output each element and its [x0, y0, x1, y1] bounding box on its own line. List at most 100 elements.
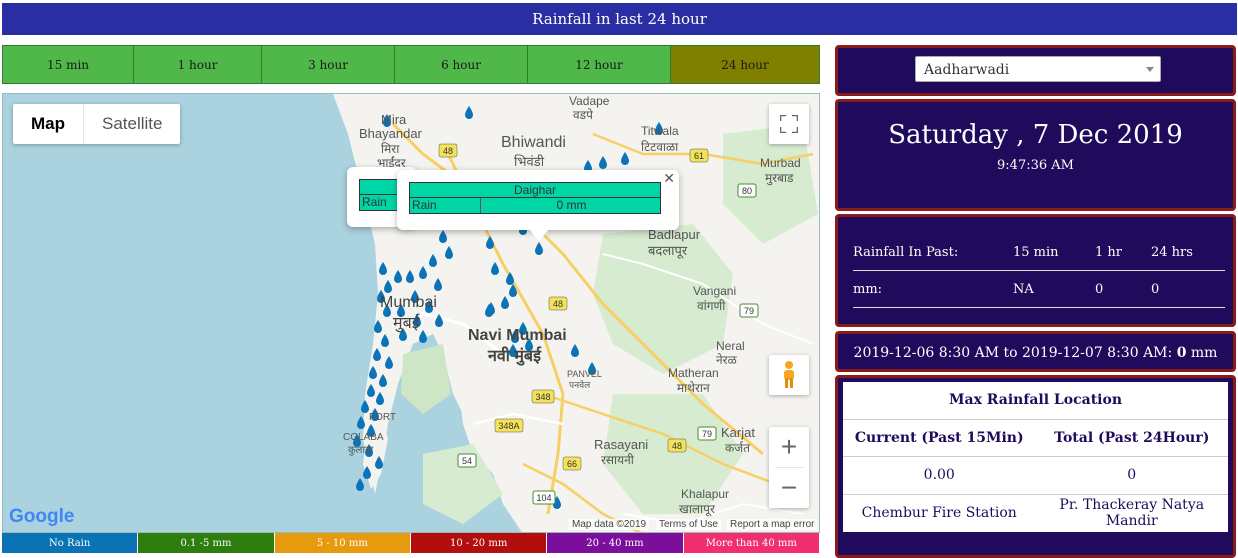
place-label: भिवंडी [514, 154, 545, 169]
rainfall-past-values-row: mm: NA 0 0 [853, 271, 1225, 308]
datetime-panel: Saturday , 7 Dec 2019 9:47:36 AM [835, 99, 1236, 211]
place-label: Navi Mumbai [468, 327, 567, 344]
place-label: कुलाबा [348, 445, 374, 456]
tab-12-hour[interactable]: 12 hour [528, 46, 671, 83]
legend-0-5mm: 0.1 -5 mm [138, 533, 275, 553]
place-label: मुरबाड [765, 171, 794, 185]
total-value: 0 [1127, 467, 1137, 484]
place-label: नेरळ [716, 353, 737, 367]
legend-40plus-mm: More than 40 mm [683, 533, 820, 553]
col-24-hrs: 24 hrs [1151, 244, 1193, 260]
place-label: Khalapur [681, 487, 730, 501]
place-label: वडपे [573, 108, 593, 122]
max-rainfall-values-row: 0.00 0 [843, 457, 1228, 495]
place-label: Mumbai [380, 294, 437, 311]
google-logo: Google [9, 506, 75, 527]
page-title: Rainfall in last 24 hour [2, 3, 1237, 35]
tab-24-hour[interactable]: 24 hour [671, 46, 819, 83]
total-header: Total (Past 24Hour) [1054, 429, 1210, 446]
max-rainfall-panel: Max Rainfall Location Current (Past 15Mi… [835, 375, 1236, 558]
place-label: Bhayandar [359, 126, 422, 141]
road-shield-label: 54 [462, 456, 472, 466]
road-shield-label: 61 [694, 151, 704, 161]
station-select[interactable]: Aadharwadi [915, 56, 1161, 82]
tab-15-min[interactable]: 15 min [3, 46, 134, 83]
report-map-error-link[interactable]: Report a map error [727, 519, 818, 530]
value-24-hrs: 0 [1151, 281, 1160, 297]
place-label: कर्जत [725, 441, 750, 455]
duration-tabs: 15 min 1 hour 3 hour 6 hour 12 hour 24 h… [2, 45, 820, 84]
road-shield-label: 104 [536, 493, 551, 503]
rainfall-map[interactable]: 48 61 80 48 79 348 348A 54 66 104 48 79 … [2, 93, 820, 533]
range-text: 2019-12-06 8:30 AM to 2019-12-07 8:30 AM… [838, 345, 1233, 361]
fullscreen-icon [780, 115, 798, 133]
current-date: Saturday , 7 Dec 2019 [888, 120, 1183, 150]
road-shield-label: 48 [443, 146, 453, 156]
fullscreen-button[interactable] [769, 104, 809, 144]
station-select-value: Aadharwadi [924, 62, 1010, 78]
map-type-satellite-button[interactable]: Satellite [83, 104, 180, 144]
range-value: 0 [1176, 345, 1187, 361]
rain-legend: No Rain 0.1 -5 mm 5 - 10 mm 10 - 20 mm 2… [2, 533, 820, 553]
place-label: नवी मुंबई [488, 348, 541, 365]
value-15-min: NA [1013, 281, 1034, 297]
max-rainfall-header-row: Current (Past 15Min) Total (Past 24Hour) [843, 420, 1228, 457]
place-label: माथेरान [677, 381, 710, 395]
place-label: Mira [381, 112, 407, 127]
chevron-down-icon [1146, 67, 1154, 72]
popup-rain-value: 0 mm [556, 198, 587, 212]
unit-label: mm: [853, 281, 883, 297]
popup-rain-label: Rain [410, 198, 481, 213]
max-rainfall-title: Max Rainfall Location [843, 382, 1228, 420]
road-shield-label: 80 [742, 186, 752, 196]
rainfall-past-panel: Rainfall In Past: 15 min 1 hr 24 hrs mm:… [835, 214, 1236, 327]
terms-of-use-link[interactable]: Terms of Use [656, 519, 721, 530]
range-period: 2019-12-06 8:30 AM to 2019-12-07 8:30 AM… [853, 345, 1173, 361]
place-label: Vangani [693, 284, 737, 298]
place-label: बदलापूर [648, 243, 688, 258]
tab-1-hour[interactable]: 1 hour [134, 46, 262, 83]
zoom-in-button[interactable]: + [769, 427, 809, 467]
place-label: खालापूर [679, 502, 715, 516]
road-shield-label: 348A [498, 421, 519, 431]
road-shield-label: 79 [744, 306, 754, 316]
tab-6-hour[interactable]: 6 hour [395, 46, 528, 83]
station-select-panel: Aadharwadi [835, 45, 1236, 96]
place-label: पनवेल [569, 380, 591, 390]
zoom-out-button[interactable]: − [769, 468, 809, 508]
popup-rain-label: Rain [362, 195, 387, 209]
range-unit: mm [1190, 345, 1218, 361]
current-time: 9:47:36 AM [997, 158, 1074, 173]
road-shield-label: 348 [535, 392, 550, 402]
station-popup[interactable]: Daighar Rain 0 mm ✕ [397, 170, 679, 230]
place-label: Karjat [721, 425, 755, 440]
popup-close-icon[interactable]: ✕ [663, 170, 675, 187]
tab-3-hour[interactable]: 3 hour [262, 46, 395, 83]
popup-station-name: Daighar [409, 182, 661, 198]
place-label: Bhiwandi [501, 134, 566, 151]
pegman-icon [784, 361, 794, 388]
street-view-pegman-button[interactable] [769, 355, 809, 395]
value-1-hr: 0 [1095, 281, 1104, 297]
place-label: Rasayani [594, 437, 649, 452]
place-label: रसायनी [601, 453, 634, 467]
total-location: Pr. Thackeray Natya Mandir [1059, 497, 1205, 530]
place-label: Matheran [668, 366, 719, 380]
place-label: FORT [369, 412, 397, 423]
legend-20-40mm: 20 - 40 mm [547, 533, 684, 553]
popup-pointer [530, 230, 548, 242]
legend-no-rain: No Rain [2, 533, 139, 553]
current-value: 0.00 [923, 467, 955, 484]
current-header: Current (Past 15Min) [854, 429, 1024, 446]
legend-5-10mm: 5 - 10 mm [274, 533, 411, 553]
road-shield-label: 66 [567, 459, 577, 469]
col-1-hr: 1 hr [1095, 244, 1122, 260]
current-location: Chembur Fire Station [861, 505, 1017, 522]
rainfall-past-table: Rainfall In Past: 15 min 1 hr 24 hrs mm:… [853, 234, 1225, 308]
map-type-map-button[interactable]: Map [13, 104, 83, 144]
map-data-attribution: Map data ©2019 [569, 519, 650, 530]
zoom-control: + − [769, 427, 809, 508]
rainfall-past-header-row: Rainfall In Past: 15 min 1 hr 24 hrs [853, 234, 1225, 271]
road-shield-label: 48 [553, 299, 563, 309]
max-rainfall-location-row: Chembur Fire Station Pr. Thackeray Natya… [843, 495, 1228, 533]
